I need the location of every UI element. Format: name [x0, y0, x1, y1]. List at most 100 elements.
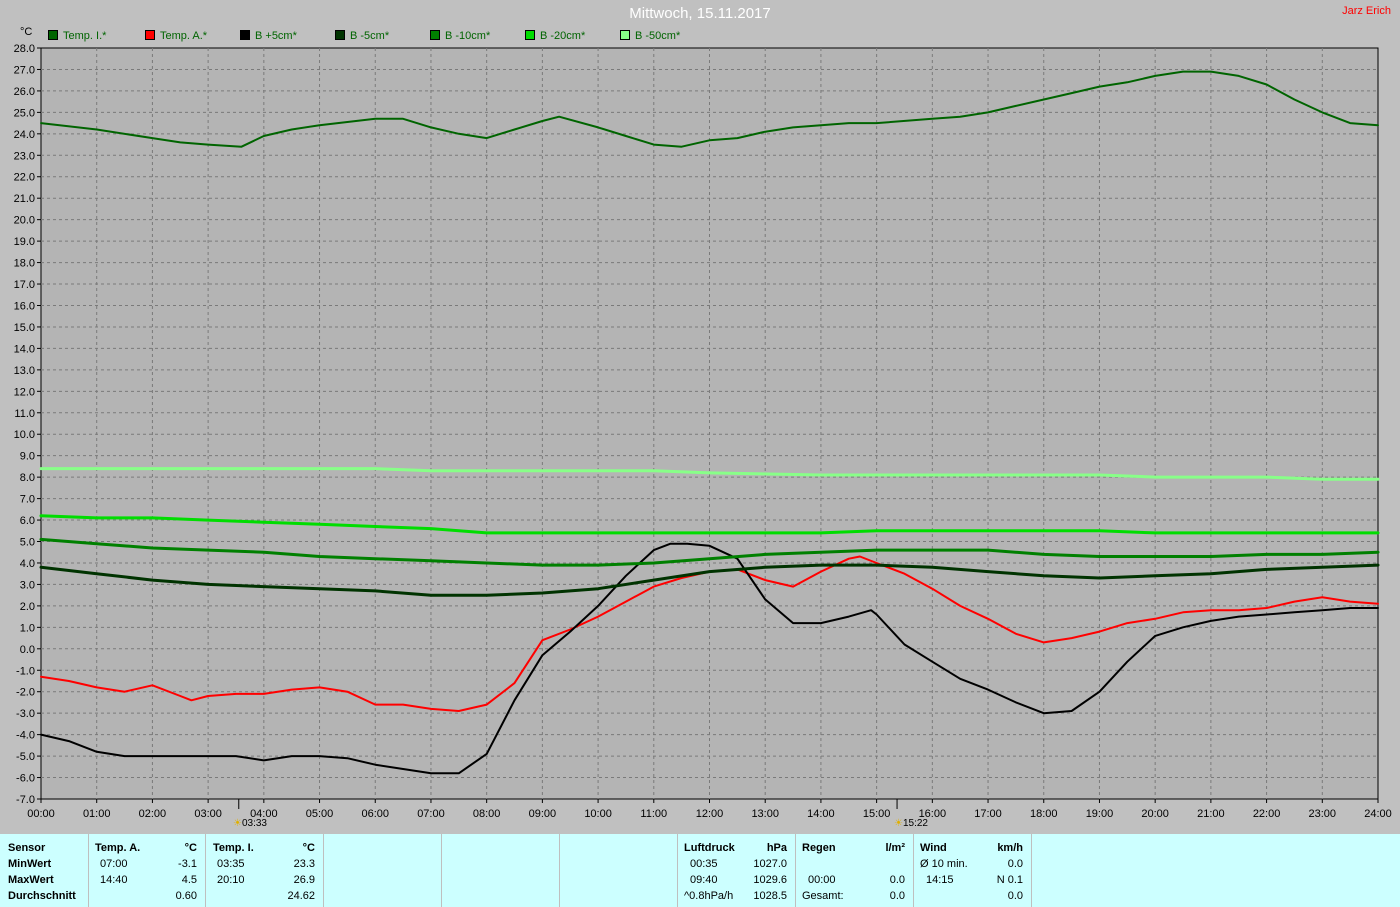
- x-tick-label: 18:00: [1030, 808, 1058, 820]
- stats-empty-column: [324, 834, 442, 907]
- temp-i-header: Temp. I.: [213, 842, 254, 854]
- author-label: Jarz Erich: [1342, 5, 1391, 17]
- temp-i-max-value: 26.9: [293, 874, 315, 886]
- legend-item-b-minus10[interactable]: B -10cm*: [430, 30, 490, 42]
- y-tick-label: 1.0: [20, 622, 35, 634]
- y-tick-label: -2.0: [16, 687, 35, 699]
- x-tick-label: 08:00: [473, 808, 501, 820]
- legend-swatch: [145, 30, 155, 41]
- temp-i-unit: °C: [302, 842, 315, 854]
- y-tick-label: 24.0: [14, 129, 35, 141]
- temp-a-min-time: 07:00: [100, 858, 128, 870]
- legend-swatch: [620, 30, 630, 41]
- y-tick-label: 20.0: [14, 215, 35, 227]
- temp-a-min-value: -3.1: [178, 858, 197, 870]
- y-tick-label: 21.0: [14, 193, 35, 205]
- pressure-max-time: 09:40: [690, 874, 718, 886]
- x-tick-label: 23:00: [1309, 808, 1337, 820]
- y-tick-label: 7.0: [20, 494, 35, 506]
- pressure-min-value: 1027.0: [753, 858, 787, 870]
- temp-a-max-value: 4.5: [181, 874, 197, 886]
- y-tick-label: 11.0: [14, 408, 35, 420]
- temp-a-unit: °C: [184, 842, 197, 854]
- x-tick-label: 01:00: [83, 808, 111, 820]
- legend-label: B -10cm*: [445, 30, 491, 43]
- x-tick-label: 20:00: [1141, 808, 1169, 820]
- y-tick-label: 13.0: [14, 365, 35, 377]
- pressure-min-time: 00:35: [690, 858, 718, 870]
- rain-max-time: 00:00: [808, 874, 836, 886]
- stats-avg-label: Durchschnitt: [8, 890, 76, 902]
- y-tick-label: 27.0: [14, 64, 35, 76]
- sunset-icon: ☀: [894, 818, 903, 829]
- pressure-trend-label: ^0.8hPa/h: [684, 890, 734, 902]
- chart-title: Mittwoch, 15.11.2017: [629, 5, 771, 22]
- sunrise-marker: ☀03:33: [233, 818, 267, 829]
- x-tick-label: 02:00: [139, 808, 167, 820]
- rain-total-label: Gesamt:: [802, 890, 844, 902]
- x-tick-label: 07:00: [417, 808, 445, 820]
- temp-a-max-time: 14:40: [100, 874, 128, 886]
- temp-a-avg-value: 0.60: [175, 890, 197, 902]
- legend-swatch: [240, 30, 250, 41]
- legend-swatch: [430, 30, 440, 41]
- y-tick-label: 3.0: [20, 579, 35, 591]
- legend-item-b-plus5[interactable]: B +5cm*: [240, 30, 297, 42]
- temp-i-max-time: 20:10: [217, 874, 245, 886]
- pressure-trend-value: 1028.5: [753, 890, 787, 902]
- y-tick-label: 19.0: [14, 236, 35, 248]
- x-tick-label: 06:00: [361, 808, 389, 820]
- stats-sensor-column: Sensor MinWert MaxWert Durchschnitt: [0, 834, 89, 907]
- wind-extra-value: 0.0: [1007, 890, 1023, 902]
- wind-max-time: 14:15: [926, 874, 954, 886]
- y-tick-label: 16.0: [14, 300, 35, 312]
- x-tick-label: 21:00: [1197, 808, 1225, 820]
- wind-avg-label: Ø 10 min.: [920, 858, 968, 870]
- legend-label: B -50cm*: [635, 30, 681, 43]
- y-tick-label: 22.0: [14, 172, 35, 184]
- legend-label: B -20cm*: [540, 30, 586, 43]
- chart-area: -7.0 -6.0 -5.0 -4.0 -3.0 -2.0 -1.0 0.0 1.0 2.0 3.0…: [0, 0, 1400, 833]
- stats-temp-i-column: Temp. I. °C 03:35 23.3 20:10 26.9 24.62: [206, 834, 324, 907]
- legend-item-temp-i[interactable]: Temp. I.*: [48, 30, 106, 42]
- y-tick-label: -6.0: [16, 773, 35, 785]
- pressure-header: Luftdruck: [684, 842, 735, 854]
- y-tick-label: 25.0: [14, 107, 35, 119]
- y-axis-unit: °C: [20, 26, 33, 38]
- legend-item-b-minus20[interactable]: B -20cm*: [525, 30, 585, 42]
- y-tick-label: 15.0: [14, 322, 35, 334]
- y-tick-label: -5.0: [16, 751, 35, 763]
- y-tick-label: -1.0: [16, 665, 35, 677]
- y-tick-label: 18.0: [14, 258, 35, 270]
- y-tick-label: 23.0: [14, 150, 35, 162]
- x-tick-label: 00:00: [27, 808, 55, 820]
- y-tick-label: 8.0: [20, 472, 35, 484]
- x-tick-label: 22:00: [1253, 808, 1281, 820]
- y-tick-label: 28.0: [14, 43, 35, 55]
- y-tick-label: 6.0: [20, 515, 35, 527]
- temp-i-min-value: 23.3: [293, 858, 315, 870]
- wind-header: Wind: [920, 842, 947, 854]
- legend-swatch: [525, 30, 535, 41]
- stats-temp-a-column: Temp. A. °C 07:00 -3.1 14:40 4.5 0.60: [89, 834, 206, 907]
- x-tick-label: 12:00: [696, 808, 724, 820]
- stats-rain-column: Regen l/m² 00:00 0.0 Gesamt: 0.0: [796, 834, 914, 907]
- x-tick-label: 05:00: [306, 808, 334, 820]
- y-tick-label: -4.0: [16, 730, 35, 742]
- legend-swatch: [335, 30, 345, 41]
- rain-total-value: 0.0: [889, 890, 905, 902]
- stats-max-label: MaxWert: [8, 874, 54, 886]
- sunset-marker: ☀15:22: [894, 818, 928, 829]
- stats-empty-column: [442, 834, 560, 907]
- temp-a-header: Temp. A.: [95, 842, 141, 854]
- wind-avg-value: 0.0: [1007, 858, 1023, 870]
- x-tick-label: 19:00: [1086, 808, 1114, 820]
- legend-item-b-minus50[interactable]: B -50cm*: [620, 30, 680, 42]
- x-tick-label: 13:00: [751, 808, 779, 820]
- legend-item-temp-a[interactable]: Temp. A.*: [145, 30, 207, 42]
- legend-item-b-minus5[interactable]: B -5cm*: [335, 30, 389, 42]
- stats-empty-column: [560, 834, 678, 907]
- x-tick-label: 14:00: [807, 808, 835, 820]
- y-tick-label: 0.0: [20, 644, 35, 656]
- y-tick-label: 2.0: [20, 601, 35, 613]
